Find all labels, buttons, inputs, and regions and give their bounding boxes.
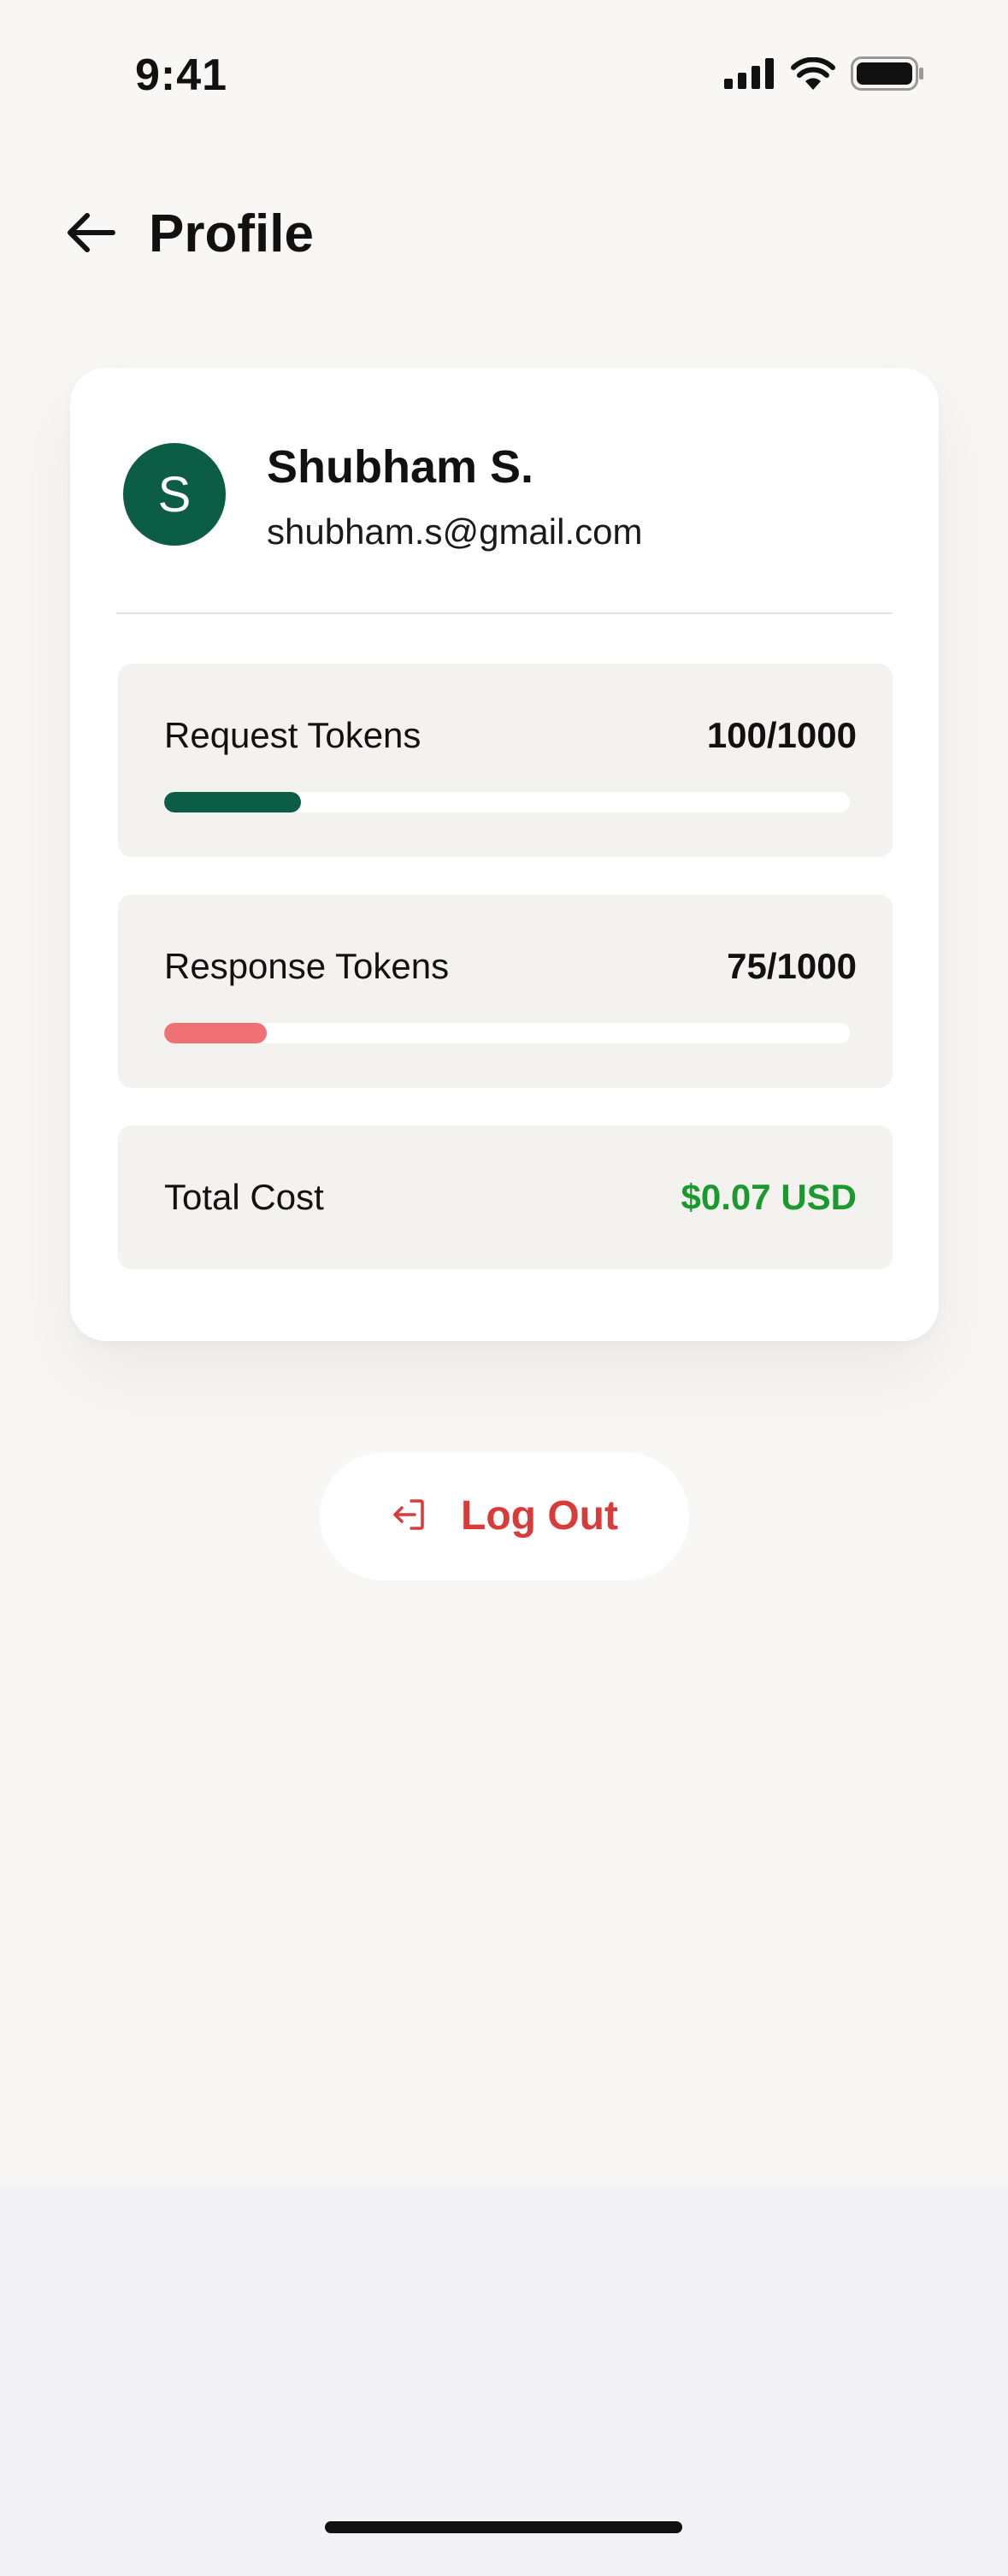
status-icons [724,56,924,95]
request-tokens-value: 100/1000 [706,715,857,755]
response-tokens-value: 75/1000 [727,946,857,986]
logout-icon [391,1497,427,1537]
request-tokens-progress-track [164,792,850,812]
home-indicator [325,2521,682,2533]
battery-icon [851,56,924,95]
user-email: shubham.s@gmail.com [267,511,643,552]
logout-button[interactable]: Log Out [320,1452,689,1580]
back-button[interactable] [63,207,118,262]
bottom-background [0,2185,1008,2576]
total-cost-value: $0.07 USD [681,1177,857,1217]
avatar: S [123,443,226,546]
response-tokens-panel: Response Tokens 75/1000 [118,895,893,1088]
wifi-icon [791,56,835,94]
total-cost-panel: Total Cost $0.07 USD [118,1126,893,1269]
profile-card: S Shubham S. shubham.s@gmail.com Request… [70,368,939,1341]
request-tokens-panel: Request Tokens 100/1000 [118,664,893,857]
arrow-left-icon [65,211,116,258]
response-tokens-progress-fill [164,1023,268,1043]
logout-label: Log Out [461,1493,618,1539]
page-title: Profile [149,204,314,263]
response-tokens-label: Response Tokens [164,946,450,986]
request-tokens-label: Request Tokens [164,715,421,755]
user-name: Shubham S. [267,441,534,493]
request-tokens-progress-fill [164,792,302,812]
cellular-signal-icon [724,57,775,93]
total-cost-label: Total Cost [164,1177,324,1217]
divider [116,612,893,614]
response-tokens-progress-track [164,1023,850,1043]
status-time: 9:41 [135,50,228,100]
